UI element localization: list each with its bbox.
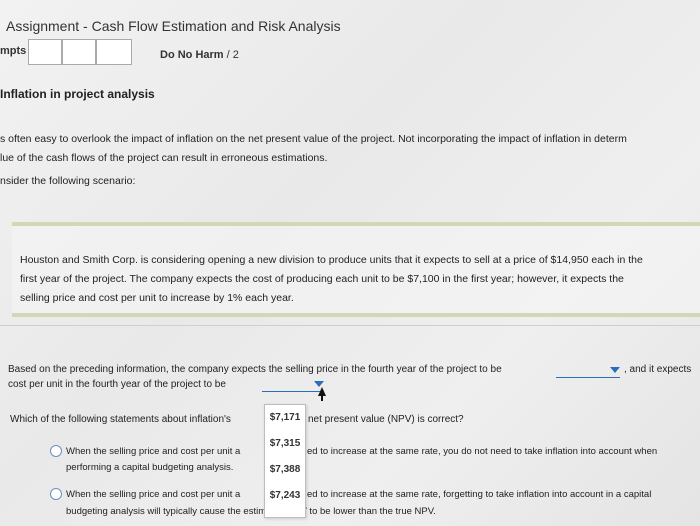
points-box-1[interactable] bbox=[28, 39, 62, 65]
option2-text-line2: budgeting analysis will typically cause … bbox=[66, 506, 436, 517]
dropdown-menu: $7,171 $7,315 $7,388 $7,243 bbox=[264, 404, 306, 518]
question1-line-2: cost per unit in the fourth year of the … bbox=[8, 379, 226, 390]
scenario-line-3: selling price and cost per unit to incre… bbox=[20, 292, 294, 304]
intro-line-1: s often easy to overlook the impact of i… bbox=[0, 133, 627, 145]
dropdown-option[interactable]: $7,315 bbox=[265, 433, 305, 455]
points-label: mpts bbox=[0, 45, 27, 57]
section-heading: Inflation in project analysis bbox=[0, 87, 155, 101]
option2-text-a: When the selling price and cost per unit… bbox=[66, 489, 241, 500]
question1-line-1: Based on the preceding information, the … bbox=[8, 364, 502, 375]
dropdown-option[interactable]: $7,243 bbox=[265, 485, 305, 507]
mouse-cursor-stem bbox=[321, 395, 323, 401]
consider-text: nsider the following scenario: bbox=[0, 175, 136, 187]
cost-per-unit-dropdown[interactable] bbox=[262, 378, 324, 392]
do-no-harm-value: / 2 bbox=[226, 49, 239, 61]
radio-option-1[interactable] bbox=[50, 445, 62, 457]
selling-price-dropdown[interactable] bbox=[556, 364, 620, 378]
intro-line-2: lue of the cash flows of the project can… bbox=[0, 152, 328, 164]
question2-stem-end: net present value (NPV) is correct? bbox=[308, 414, 464, 425]
points-box-2[interactable] bbox=[62, 39, 96, 65]
option1-text-line2: performing a capital budgeting analysis. bbox=[66, 462, 234, 473]
do-no-harm-label: Do No Harm bbox=[160, 49, 224, 61]
assignment-title: Assignment - Cash Flow Estimation and Ri… bbox=[6, 18, 341, 34]
question2-stem-start: Which of the following statements about … bbox=[10, 414, 231, 425]
points-box-3[interactable] bbox=[96, 39, 132, 65]
dropdown-option[interactable]: $7,388 bbox=[265, 459, 305, 481]
scenario-box: Houston and Smith Corp. is considering o… bbox=[12, 222, 700, 317]
chevron-down-icon bbox=[610, 367, 620, 373]
question1-line-1-tail: , and it expects bbox=[624, 364, 692, 375]
option1-text-b: ed to increase at the same rate, you do … bbox=[307, 446, 658, 457]
option2-text-b: ed to increase at the same rate, forgett… bbox=[307, 489, 652, 500]
page: Assignment - Cash Flow Estimation and Ri… bbox=[0, 0, 700, 526]
do-no-harm-score: Do No Harm / 2 bbox=[160, 49, 239, 61]
option1-text-a: When the selling price and cost per unit… bbox=[66, 446, 241, 457]
dropdown-option[interactable]: $7,171 bbox=[265, 407, 305, 429]
scenario-line-2: first year of the project. The company e… bbox=[20, 273, 624, 285]
scenario-line-1: Houston and Smith Corp. is considering o… bbox=[20, 254, 643, 266]
radio-option-2[interactable] bbox=[50, 488, 62, 500]
divider bbox=[0, 325, 700, 326]
